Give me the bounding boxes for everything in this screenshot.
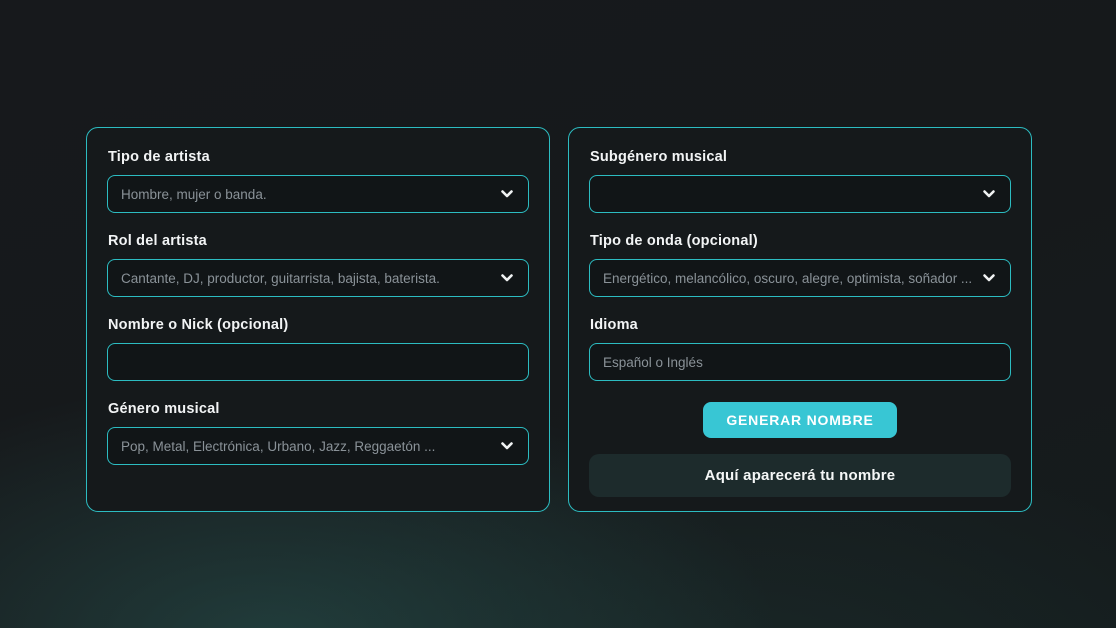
language-input[interactable] <box>589 343 1011 381</box>
artist-type-select[interactable]: Hombre, mujer o banda. <box>107 175 529 213</box>
field-music-subgenre: Subgénero musical <box>589 149 1011 213</box>
artist-nick-label: Nombre o Nick (opcional) <box>108 317 529 333</box>
generate-name-button[interactable]: GENERAR NOMBRE <box>703 402 896 438</box>
artist-role-label: Rol del artista <box>108 233 529 249</box>
field-artist-type: Tipo de artista Hombre, mujer o banda. <box>107 149 529 213</box>
generated-name-result: Aquí aparecerá tu nombre <box>589 454 1011 497</box>
artist-details-card: Tipo de artista Hombre, mujer o banda. R… <box>86 127 550 512</box>
field-language: Idioma <box>589 317 1011 381</box>
artist-type-placeholder: Hombre, mujer o banda. <box>121 187 491 202</box>
vibe-type-placeholder: Energético, melancólico, oscuro, alegre,… <box>603 271 973 286</box>
vibe-type-label: Tipo de onda (opcional) <box>590 233 1011 249</box>
field-artist-nick: Nombre o Nick (opcional) <box>107 317 529 381</box>
language-label: Idioma <box>590 317 1011 333</box>
artist-type-label: Tipo de artista <box>108 149 529 165</box>
field-vibe-type: Tipo de onda (opcional) Energético, mela… <box>589 233 1011 297</box>
chevron-down-icon <box>499 186 515 202</box>
chevron-down-icon <box>981 186 997 202</box>
chevron-down-icon <box>499 438 515 454</box>
generator-card: Subgénero musical Tipo de onda (opcional… <box>568 127 1032 512</box>
chevron-down-icon <box>499 270 515 286</box>
form-panels: Tipo de artista Hombre, mujer o banda. R… <box>86 127 1032 512</box>
vibe-type-select[interactable]: Energético, melancólico, oscuro, alegre,… <box>589 259 1011 297</box>
artist-role-select[interactable]: Cantante, DJ, productor, guitarrista, ba… <box>107 259 529 297</box>
artist-nick-input[interactable] <box>107 343 529 381</box>
music-subgenre-label: Subgénero musical <box>590 149 1011 165</box>
music-genre-placeholder: Pop, Metal, Electrónica, Urbano, Jazz, R… <box>121 439 491 454</box>
artist-role-placeholder: Cantante, DJ, productor, guitarrista, ba… <box>121 271 491 286</box>
field-music-genre: Género musical Pop, Metal, Electrónica, … <box>107 401 529 465</box>
music-genre-select[interactable]: Pop, Metal, Electrónica, Urbano, Jazz, R… <box>107 427 529 465</box>
music-subgenre-select[interactable] <box>589 175 1011 213</box>
music-genre-label: Género musical <box>108 401 529 417</box>
chevron-down-icon <box>981 270 997 286</box>
field-artist-role: Rol del artista Cantante, DJ, productor,… <box>107 233 529 297</box>
